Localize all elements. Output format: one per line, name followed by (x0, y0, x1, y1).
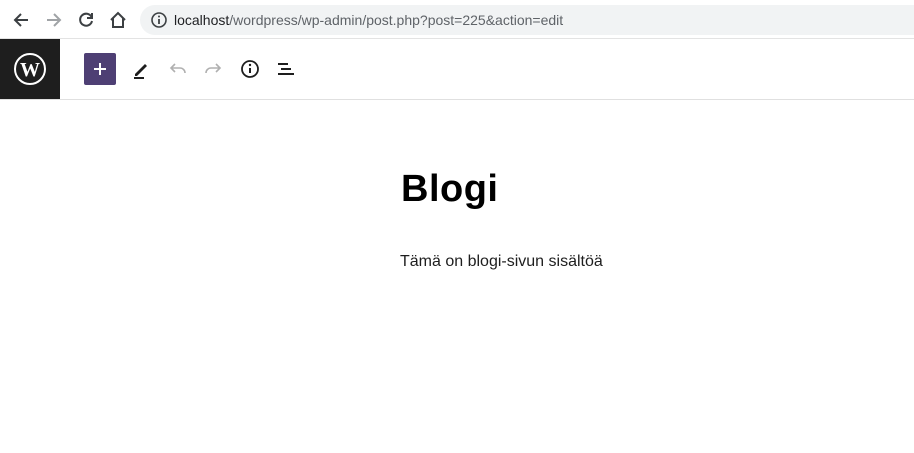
pencil-icon (134, 64, 147, 79)
home-icon (110, 11, 126, 28)
info-icon (241, 60, 259, 78)
browser-toolbar: localhost/wordpress/wp-admin/post.php?po… (0, 0, 914, 39)
address-bar[interactable]: localhost/wordpress/wp-admin/post.php?po… (140, 5, 914, 35)
plus-icon (94, 63, 106, 75)
tools-button[interactable] (125, 53, 157, 85)
home-button[interactable] (106, 8, 130, 32)
forward-arrow-icon (47, 13, 62, 27)
wordpress-logo-button[interactable]: W (0, 39, 60, 99)
redo-button[interactable] (197, 53, 229, 85)
info-icon[interactable] (150, 11, 168, 29)
svg-text:W: W (20, 59, 40, 81)
redo-icon (205, 63, 222, 74)
back-button[interactable] (9, 8, 33, 32)
reload-icon (79, 12, 93, 27)
wordpress-logo-icon: W (14, 53, 46, 85)
undo-button[interactable] (162, 53, 194, 85)
post-title[interactable]: Blogi (401, 168, 498, 211)
reload-button[interactable] (74, 8, 98, 32)
url-host: localhost (174, 12, 230, 28)
url-text[interactable]: localhost/wordpress/wp-admin/post.php?po… (174, 12, 563, 28)
back-arrow-icon (13, 13, 28, 27)
editor-header: W (0, 39, 914, 100)
add-block-button[interactable] (84, 53, 116, 85)
details-button[interactable] (234, 53, 266, 85)
editor-canvas: Blogi Tämä on blogi-sivun sisältöä (0, 100, 914, 453)
undo-icon (169, 63, 186, 74)
paragraph-block[interactable]: Tämä on blogi-sivun sisältöä (400, 253, 603, 271)
list-view-icon (278, 63, 294, 75)
forward-button[interactable] (42, 8, 66, 32)
list-view-button[interactable] (270, 53, 302, 85)
url-path: /wordpress/wp-admin/post.php?post=225&ac… (229, 12, 564, 28)
